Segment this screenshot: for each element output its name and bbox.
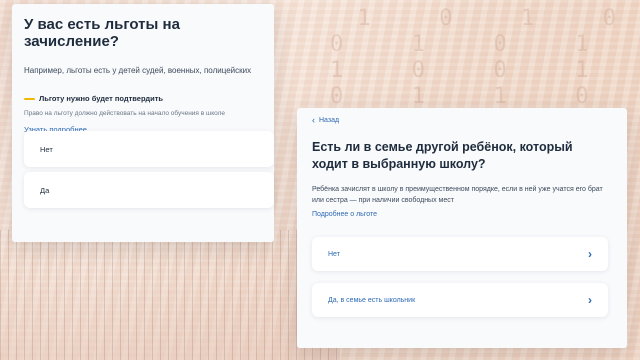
background-digits: 1 0 1 0 0 1 0 1 1 1 0 0 1 0 1 0 1 1 0 1 …: [330, 6, 630, 109]
option-yes[interactable]: Да: [24, 172, 274, 208]
notice-note: Право на льготу должно действовать на на…: [24, 110, 226, 117]
option-label: Да, в семье есть школьник: [328, 296, 416, 304]
option-yes-sibling[interactable]: Да, в семье есть школьник ›: [312, 283, 608, 317]
question-subtitle: Например, льготы есть у детей судей, вое…: [24, 66, 252, 75]
option-no[interactable]: Нет ›: [312, 237, 608, 271]
benefits-question-card: У вас есть льготы на зачисление? Наприме…: [12, 4, 274, 242]
question-title: У вас есть льготы на зачисление?: [24, 16, 180, 50]
chevron-left-icon: ‹: [312, 115, 315, 125]
back-label: Назад: [319, 117, 340, 124]
option-no[interactable]: Нет: [24, 131, 274, 167]
benefit-details-link[interactable]: Подробнее о льготе: [312, 211, 609, 218]
notice-marker-icon: [24, 97, 35, 100]
background-ruler: [0, 230, 340, 360]
sibling-question-card: ‹ Назад Есть ли в семье другой ребёнок, …: [297, 108, 627, 348]
question-description: Ребёнка зачислят в школу в преимуществен…: [312, 186, 603, 204]
notice-text: Льготу нужно будет подтвердить: [39, 94, 163, 103]
back-button[interactable]: ‹ Назад: [312, 115, 609, 125]
chevron-right-icon: ›: [588, 293, 592, 307]
option-label: Нет: [40, 144, 53, 154]
option-label: Нет: [328, 250, 340, 258]
question-title: Есть ли в семье другой ребёнок, который …: [312, 140, 573, 171]
option-label: Да: [40, 185, 50, 195]
chevron-right-icon: ›: [588, 247, 592, 261]
confirmation-notice: Льготу нужно будет подтвердить: [24, 94, 262, 103]
